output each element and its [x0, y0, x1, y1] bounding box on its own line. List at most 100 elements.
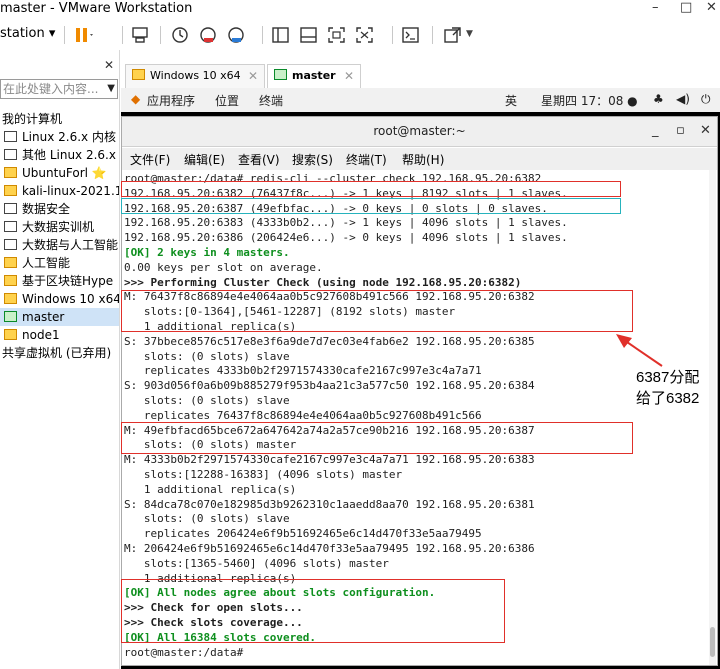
terminal-title-bar: root@master:~ _ ▫ ✕ [122, 117, 717, 147]
tab-strip: Windows 10 x64 ✕ master ✕ [121, 58, 720, 88]
tree-item-label: UbuntuForl ⭐ [22, 166, 107, 180]
terminal-line: replicates 206424e6f9b51692465e6c14d470f… [124, 527, 482, 541]
clock[interactable]: 星期四 17：08 ● [541, 92, 638, 109]
terminal-menu-item[interactable]: 搜索(S) [292, 151, 333, 168]
terminal-line: slots:[1365-5460] (4096 slots) master [124, 556, 389, 570]
tree-item[interactable]: kali-linux-2021.1 [0, 182, 119, 200]
terminal-line: 192.168.95.20:6383 (4333b0b2...) -> 1 ke… [124, 216, 568, 230]
minimize-button[interactable]: – [652, 0, 659, 15]
terminal-scrollbar[interactable] [709, 170, 716, 665]
terminal-line: S: 903d056f0a6b09b885279f953b4aa21c3a577… [124, 379, 535, 393]
tree-item[interactable]: Linux 2.6.x 内核 [0, 128, 119, 146]
stretch-icon[interactable] [442, 25, 464, 45]
snapshot-manager-icon[interactable] [226, 25, 248, 45]
screenshot-root: master - VMware Workstation – □ ✕ statio… [0, 0, 720, 669]
highlight-6382-line [121, 181, 621, 197]
terminal-title: root@master:~ [373, 124, 466, 138]
vm-icon [132, 69, 145, 80]
terminal-icon[interactable] [400, 25, 422, 45]
terminal-maximize-button[interactable]: ▫ [676, 123, 685, 138]
toolbar-separator [64, 26, 65, 44]
snapshot-icon[interactable] [170, 25, 192, 45]
terminal-line: S: 84dca78c070e182985d3b9262310c1aaedd8a… [124, 497, 535, 511]
toolbar-separator [122, 26, 123, 44]
vm-icon [4, 239, 17, 250]
pause-icon[interactable] [72, 25, 94, 45]
close-icon[interactable]: ✕ [248, 65, 258, 87]
applications-menu[interactable]: 应用程序 [147, 92, 195, 109]
tree-item[interactable]: master [0, 308, 119, 326]
tree-item-label: 我的计算机 [2, 112, 63, 126]
vm-icon [4, 131, 17, 142]
close-button[interactable]: ✕ [706, 0, 717, 15]
input-method-indicator[interactable]: 英 [505, 92, 517, 109]
terminal-menu-item[interactable]: 帮助(H) [402, 151, 444, 168]
terminal-menubar: 文件(F) 编辑(E) 查看(V) 搜索(S) 终端(T) 帮助(H) [122, 148, 717, 170]
tree-item[interactable]: 数据安全 [0, 200, 119, 218]
arrow-icon [616, 334, 663, 367]
vm-icon [4, 185, 17, 196]
chevron-down-icon[interactable]: ▼ [466, 29, 473, 39]
close-icon[interactable]: ✕ [104, 58, 114, 72]
terminal-menu-item[interactable]: 终端(T) [346, 151, 387, 168]
terminal-menu-item[interactable]: 文件(F) [130, 151, 170, 168]
tab-windows10[interactable]: Windows 10 x64 ✕ [125, 64, 265, 88]
fit-guest-icon[interactable] [298, 25, 320, 45]
tree-item[interactable]: node1 [0, 326, 119, 344]
tree-item-label: 人工智能 [22, 256, 71, 270]
terminal-menu[interactable]: 终端 [259, 92, 283, 109]
tree-item[interactable]: Windows 10 x64 [0, 290, 119, 308]
chevron-down-icon[interactable]: ▼ [107, 80, 115, 98]
tree-item-label: 大数据实训机 [22, 220, 95, 234]
revert-snapshot-icon[interactable] [198, 25, 220, 45]
full-screen-icon[interactable] [326, 25, 348, 45]
vmware-title-bar: master - VMware Workstation – □ ✕ [0, 0, 720, 20]
terminal-close-button[interactable]: ✕ [700, 123, 711, 138]
tree-item[interactable]: 共享虚拟机 (已弃用) [0, 344, 119, 362]
tree-item[interactable]: 大数据实训机 [0, 218, 119, 236]
tree-item-label: 数据安全 [22, 202, 71, 216]
vm-icon [4, 149, 17, 160]
scrollbar-thumb[interactable] [710, 627, 715, 657]
send-ctrl-alt-del-icon[interactable] [130, 25, 152, 45]
library-search-input[interactable]: 在此处键入内容... ▼ [0, 79, 118, 99]
tab-master[interactable]: master ✕ [267, 64, 361, 88]
toolbar-separator [392, 26, 393, 44]
tree-item[interactable]: 大数据与人工智能 [0, 236, 119, 254]
highlight-6382-master [121, 290, 633, 332]
tree-item[interactable]: 其他 Linux 2.6.x [0, 146, 119, 164]
places-menu[interactable]: 位置 [215, 92, 239, 109]
tab-label: Windows 10 x64 [150, 69, 241, 82]
tree-item-label: 其他 Linux 2.6.x [22, 148, 116, 162]
terminal-minimize-button[interactable]: _ [652, 123, 659, 138]
vm-icon [4, 275, 17, 286]
terminal-line: 192.168.95.20:6386 (206424e6...) -> 0 ke… [124, 231, 568, 245]
terminal-line: M: 206424e6f9b51692465e6c14d470f33e5aa79… [124, 542, 535, 555]
terminal-line: slots: (0 slots) slave [124, 394, 290, 407]
tree-item[interactable]: 人工智能 [0, 254, 119, 272]
terminal-menu-item[interactable]: 查看(V) [238, 151, 280, 168]
apps-icon[interactable]: ◆ [131, 92, 140, 106]
terminal-menu-item[interactable]: 编辑(E) [184, 151, 225, 168]
network-icon[interactable]: ♣ [653, 92, 664, 106]
tree-item-label: Linux 2.6.x 内核 [22, 130, 116, 144]
tree-item-label: node1 [22, 328, 60, 342]
toolbar-separator [432, 26, 433, 44]
tree-item-label: 基于区块链Hype [22, 274, 114, 288]
terminal-line: 1 additional replica(s) [124, 482, 297, 496]
unity-icon[interactable] [354, 25, 376, 45]
tree-item[interactable]: 基于区块链Hype [0, 272, 119, 290]
close-icon[interactable]: ✕ [344, 65, 354, 87]
toolbar-separator [160, 26, 161, 44]
power-icon[interactable]: ⏻ [701, 92, 711, 107]
tab-label: master [292, 69, 336, 82]
terminal-line: M: 4333b0b2f2971574330cafe2167c997e3c4a7… [124, 453, 535, 467]
tree-item[interactable]: UbuntuForl ⭐ [0, 164, 119, 182]
tree-item[interactable]: 我的计算机 [0, 110, 119, 128]
volume-icon[interactable]: ◀) [676, 92, 690, 106]
maximize-button[interactable]: □ [680, 0, 692, 15]
terminal-line: 0.00 keys per slot on average. [124, 260, 323, 274]
vm-icon [4, 329, 17, 340]
console-view-icon[interactable] [270, 25, 292, 45]
workstation-menu[interactable]: station ▾ [0, 26, 55, 41]
